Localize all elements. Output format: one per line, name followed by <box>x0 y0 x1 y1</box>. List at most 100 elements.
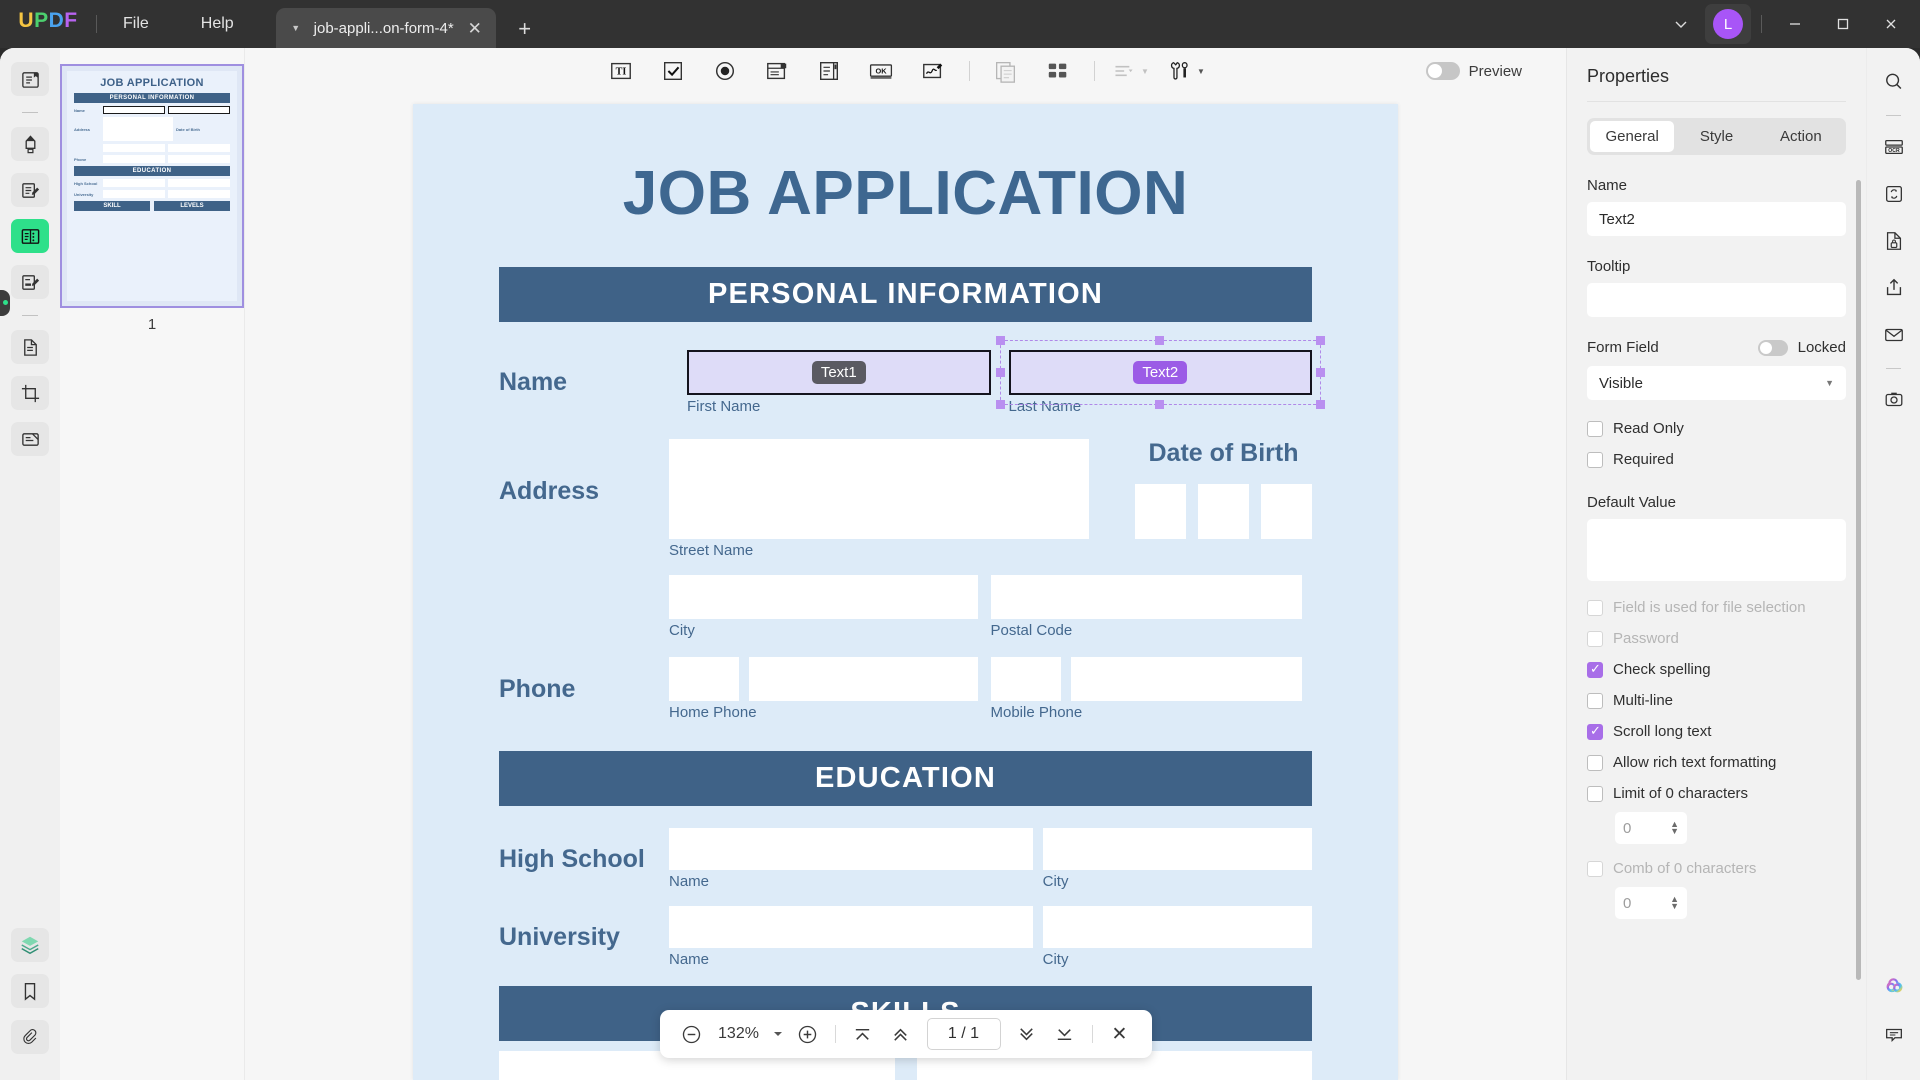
dob-month-field[interactable] <box>1198 484 1249 539</box>
page-thumbnail[interactable]: JOB APPLICATION PERSONAL INFORMATION Nam… <box>60 64 244 308</box>
tab-action[interactable]: Action <box>1759 121 1843 152</box>
signature-field-icon[interactable] <box>907 54 959 88</box>
email-icon[interactable] <box>1876 317 1912 353</box>
multi-line-checkbox[interactable] <box>1587 692 1603 709</box>
limit-characters-stepper[interactable]: 0 ▲ ▼ <box>1615 812 1687 844</box>
tooltip-input[interactable] <box>1587 283 1846 317</box>
layers-icon[interactable] <box>11 928 49 962</box>
stepper-arrows-icon[interactable]: ▲ ▼ <box>1670 820 1679 836</box>
comb-characters-stepper[interactable]: 0 ▲ ▼ <box>1615 887 1687 919</box>
tab-general[interactable]: General <box>1590 121 1675 152</box>
city-field[interactable] <box>669 575 978 619</box>
push-button-field-icon[interactable]: OK <box>855 54 907 88</box>
close-window-button[interactable] <box>1868 0 1914 48</box>
rich-text-row[interactable]: Allow rich text formatting <box>1587 754 1846 771</box>
align-fields-icon[interactable]: ▼ <box>1105 54 1157 88</box>
list-box-field-icon[interactable] <box>803 54 855 88</box>
rich-text-checkbox[interactable] <box>1587 754 1603 771</box>
mobile-phone-area-field[interactable] <box>990 657 1061 701</box>
required-checkbox[interactable] <box>1587 451 1603 468</box>
university-city-field[interactable] <box>1042 906 1312 948</box>
account-button[interactable]: L <box>1705 4 1751 44</box>
read-only-checkbox[interactable] <box>1587 420 1603 437</box>
chevron-down-icon[interactable] <box>1659 6 1703 42</box>
text-field-icon[interactable]: TI <box>595 54 647 88</box>
last-page-icon[interactable] <box>1047 1016 1083 1052</box>
multiple-fields-icon[interactable] <box>1032 54 1084 88</box>
street-name-field[interactable] <box>669 439 1089 539</box>
menu-help[interactable]: Help <box>175 0 260 48</box>
resize-handle-sw[interactable] <box>995 400 1005 409</box>
scroll-long-text-row[interactable]: Scroll long text <box>1587 723 1846 740</box>
ocr-icon[interactable]: OCR <box>1876 129 1912 165</box>
resize-handle-n[interactable] <box>1155 336 1165 345</box>
new-tab-button[interactable]: + <box>510 16 540 42</box>
crop-icon[interactable] <box>11 376 49 410</box>
first-page-icon[interactable] <box>845 1016 881 1052</box>
page-organize-icon[interactable] <box>11 330 49 364</box>
resize-handle-e[interactable] <box>1316 367 1325 377</box>
name-input[interactable]: Text2 <box>1587 202 1846 236</box>
bookmark-reader-icon[interactable] <box>11 62 49 96</box>
edit-text-icon[interactable] <box>11 173 49 207</box>
resize-handle-s[interactable] <box>1155 400 1165 409</box>
convert-icon[interactable] <box>1876 176 1912 212</box>
align-caret-icon[interactable]: ▼ <box>1141 67 1149 76</box>
maximize-button[interactable] <box>1820 0 1866 48</box>
resize-handle-w[interactable] <box>995 367 1005 377</box>
tab-caret-down-icon[interactable]: ▼ <box>288 23 304 33</box>
zoom-out-icon[interactable] <box>674 1016 710 1052</box>
close-toolbar-icon[interactable]: ✕ <box>1102 1016 1138 1052</box>
preview-toggle[interactable] <box>1425 62 1460 80</box>
combo-box-field-icon[interactable] <box>751 54 803 88</box>
stepper-arrows-icon-2[interactable]: ▲ ▼ <box>1670 895 1679 911</box>
duplicate-field-icon[interactable] <box>980 54 1032 88</box>
limit-characters-checkbox[interactable] <box>1587 785 1603 802</box>
search-icon[interactable] <box>1876 64 1912 100</box>
bookmark-icon[interactable] <box>11 974 49 1008</box>
form-tools-caret-icon[interactable]: ▼ <box>1197 67 1205 76</box>
minimize-button[interactable] <box>1772 0 1818 48</box>
stamp-icon[interactable] <box>11 422 49 456</box>
radio-button-field-icon[interactable] <box>699 54 751 88</box>
menu-file[interactable]: File <box>97 0 175 48</box>
visibility-select[interactable]: Visible ▼ <box>1587 366 1846 400</box>
checkbox-field-icon[interactable] <box>647 54 699 88</box>
next-page-icon[interactable] <box>1009 1016 1045 1052</box>
multi-line-row[interactable]: Multi-line <box>1587 692 1846 709</box>
page-indicator[interactable]: 1 / 1 <box>926 1018 1001 1050</box>
highschool-name-field[interactable] <box>669 828 1033 870</box>
share-icon[interactable] <box>1876 270 1912 306</box>
zoom-level-value[interactable]: 132% <box>712 1025 766 1043</box>
comment-icon[interactable] <box>1876 1017 1912 1053</box>
required-row[interactable]: Required <box>1587 451 1846 468</box>
limit-characters-row[interactable]: Limit of 0 characters <box>1587 785 1846 802</box>
document-canvas[interactable]: JOB APPLICATION PERSONAL INFORMATION Nam… <box>245 94 1566 1080</box>
first-name-form-field[interactable]: Text1 <box>687 350 991 395</box>
check-spelling-checkbox[interactable] <box>1587 661 1603 678</box>
mobile-phone-field[interactable] <box>1070 657 1303 701</box>
save-image-icon[interactable] <box>1876 382 1912 418</box>
annotate-icon[interactable] <box>11 265 49 299</box>
properties-scrollbar[interactable] <box>1856 180 1861 980</box>
highlighter-icon[interactable] <box>11 127 49 161</box>
dob-day-field[interactable] <box>1135 484 1186 539</box>
read-only-row[interactable]: Read Only <box>1587 420 1846 437</box>
university-name-field[interactable] <box>669 906 1033 948</box>
home-phone-area-field[interactable] <box>669 657 739 701</box>
resize-handle-nw[interactable] <box>995 336 1005 345</box>
check-spelling-row[interactable]: Check spelling <box>1587 661 1846 678</box>
default-value-input[interactable] <box>1587 519 1846 581</box>
locked-toggle[interactable] <box>1757 339 1788 356</box>
resize-handle-se[interactable] <box>1316 400 1325 409</box>
dob-year-field[interactable] <box>1261 484 1312 539</box>
postal-code-field[interactable] <box>990 575 1303 619</box>
tab-style[interactable]: Style <box>1674 121 1758 152</box>
resize-handle-ne[interactable] <box>1316 336 1325 345</box>
scroll-long-text-checkbox[interactable] <box>1587 723 1603 740</box>
home-phone-field[interactable] <box>749 657 978 701</box>
form-fields-icon[interactable] <box>11 219 49 253</box>
form-tools-icon[interactable]: ▼ <box>1157 54 1217 88</box>
pdf-page[interactable]: JOB APPLICATION PERSONAL INFORMATION Nam… <box>413 104 1398 1080</box>
ai-assistant-icon[interactable] <box>1876 970 1912 1006</box>
